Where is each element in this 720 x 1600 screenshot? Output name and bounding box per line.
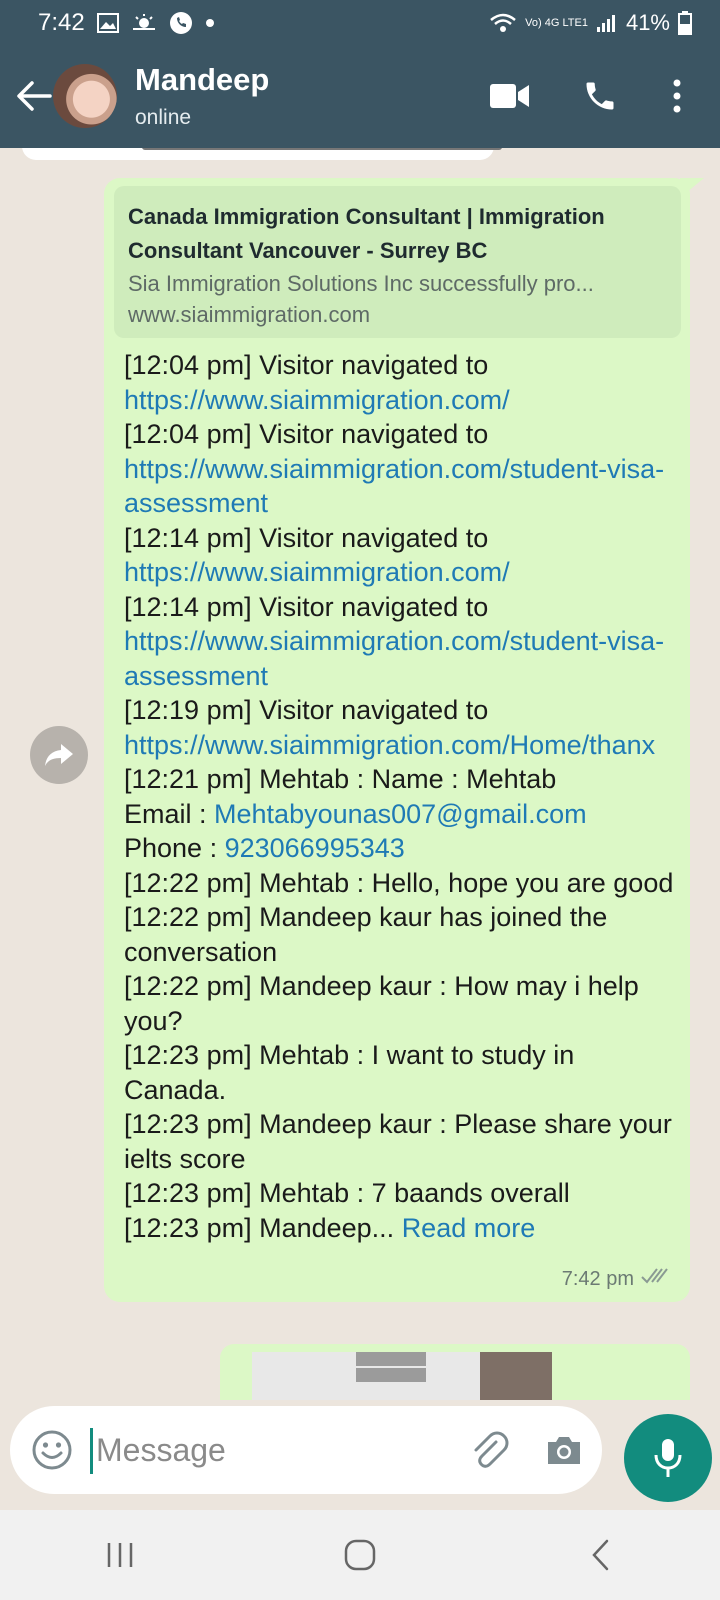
contact-status: online [135, 106, 192, 129]
message-bubble[interactable]: Canada Immigration Consultant | Immigrat… [104, 178, 690, 1302]
chat-area[interactable]: Canada Immigration Consultant | Immigrat… [0, 148, 720, 1400]
avatar[interactable] [53, 64, 117, 128]
message-text: [12:04 pm] Visitor navigated to https://… [124, 348, 680, 1245]
message-line: [12:23 pm] Mandeep... Read more [124, 1211, 680, 1246]
message-line-text: [12:23 pm] Mehtab : 7 baands overall [124, 1178, 570, 1208]
message-link[interactable]: Mehtabyounas007@gmail.com [214, 799, 587, 829]
message-line: [12:23 pm] Mehtab : 7 baands overall [124, 1176, 680, 1211]
link-preview-title: Canada Immigration Consultant | Immigrat… [128, 204, 605, 263]
message-line: [12:22 pm] Mandeep kaur : How may i help… [124, 969, 680, 1038]
microphone-icon[interactable] [624, 1414, 712, 1502]
link-preview-card[interactable]: Canada Immigration Consultant | Immigrat… [114, 186, 681, 338]
back-arrow-icon[interactable] [14, 74, 54, 118]
message-line: [12:22 pm] Mehtab : Hello, hope you are … [124, 866, 680, 901]
whatsapp-notification-icon [169, 11, 193, 35]
message-link[interactable]: https://www.siaimmigration.com/student-v… [124, 454, 664, 519]
status-bar: 7:42 Vo) 4G LTE1 41% [0, 0, 720, 46]
message-line-text: [12:23 pm] Mandeep kaur : Please share y… [124, 1109, 672, 1174]
message-line-text: Phone : [124, 833, 225, 863]
link-preview-domain: www.siaimmigration.com [128, 302, 371, 327]
message-line: Phone : 923066995343 [124, 831, 680, 866]
message-link[interactable]: https://www.siaimmigration.com/Home/than… [124, 730, 655, 760]
message-line-text: [12:22 pm] Mandeep kaur has joined the c… [124, 902, 608, 967]
message-link[interactable]: https://www.siaimmigration.com/ [124, 385, 510, 415]
forward-icon[interactable] [30, 726, 88, 784]
phone-icon[interactable] [578, 76, 622, 116]
read-more-link[interactable]: Read more [402, 1213, 536, 1243]
link-preview-description: Sia Immigration Solutions Inc successful… [128, 271, 594, 296]
system-nav-bar [0, 1510, 720, 1600]
message-line: [12:23 pm] Mehtab : I want to study in C… [124, 1038, 680, 1107]
message-line-text: Email : [124, 798, 215, 829]
message-link[interactable]: https://www.siaimmigration.com/ [124, 557, 510, 587]
wifi-icon [489, 12, 517, 34]
gallery-notification-icon [96, 13, 119, 33]
emoji-icon[interactable] [30, 1428, 74, 1472]
recent-apps-icon[interactable] [90, 1525, 150, 1585]
battery-icon [678, 11, 692, 35]
input-bar [0, 1400, 720, 1510]
message-input[interactable] [96, 1426, 436, 1474]
notification-dot-icon [205, 18, 215, 28]
message-line-text: [12:04 pm] Visitor navigated to [124, 350, 489, 380]
document-image-thumbnail[interactable] [252, 1352, 552, 1400]
video-call-icon[interactable] [488, 76, 532, 116]
back-nav-icon[interactable] [570, 1525, 630, 1585]
message-input-container[interactable] [10, 1406, 602, 1494]
next-message-image-bubble[interactable] [220, 1344, 690, 1400]
home-icon[interactable] [330, 1525, 390, 1585]
read-receipt-icon [640, 1266, 670, 1292]
contact-name[interactable]: Mandeep [135, 62, 269, 98]
attachment-icon[interactable] [466, 1428, 510, 1472]
message-meta: 7:42 pm [562, 1266, 670, 1292]
weather-icon [131, 13, 157, 33]
message-line: [12:04 pm] Visitor navigated to https://… [124, 348, 680, 417]
network-type-label: Vo) 4G LTE1 [525, 17, 588, 29]
message-line-text: [12:14 pm] Visitor navigated to [124, 591, 489, 622]
message-line-text: [12:22 pm] Mehtab : Hello, hope you are … [124, 867, 674, 898]
message-line-text: [12:04 pm] Visitor navigated to [124, 419, 489, 449]
camera-icon[interactable] [542, 1428, 586, 1472]
status-time: 7:42 [38, 9, 85, 36]
message-line-text: [12:23 pm] Mehtab : I want to study in C… [124, 1040, 575, 1105]
signal-icon [596, 13, 618, 33]
message-line-text: [12:19 pm] Visitor navigated to [124, 695, 489, 725]
text-cursor [90, 1428, 93, 1474]
message-line-text: [12:22 pm] Mandeep kaur : How may i help… [124, 971, 639, 1036]
message-link[interactable]: https://www.siaimmigration.com/student-v… [124, 626, 664, 691]
message-line-text: [12:21 pm] Mehtab : Name : Mehtab [124, 764, 557, 794]
message-line: [12:14 pm] Visitor navigated to https://… [124, 590, 680, 694]
chat-header: Mandeep online [0, 46, 720, 148]
message-line: [12:22 pm] Mandeep kaur has joined the c… [124, 900, 680, 969]
message-line: [12:14 pm] Visitor navigated to https://… [124, 521, 680, 590]
message-line: Email : Mehtabyounas007@gmail.com [124, 797, 680, 832]
message-line: [12:21 pm] Mehtab : Name : Mehtab [124, 762, 680, 797]
message-line: [12:04 pm] Visitor navigated to https://… [124, 417, 680, 521]
battery-percent: 41% [625, 10, 670, 35]
message-line-text: [12:23 pm] Mandeep... [124, 1212, 402, 1243]
previous-message-bubble[interactable] [22, 148, 502, 160]
more-options-icon[interactable] [662, 76, 692, 116]
message-time: 7:42 pm [561, 1267, 634, 1290]
message-line: [12:19 pm] Visitor navigated to https://… [124, 693, 680, 762]
message-line: [12:23 pm] Mandeep kaur : Please share y… [124, 1107, 680, 1176]
message-line-text: [12:14 pm] Visitor navigated to [124, 522, 489, 553]
message-link[interactable]: 923066995343 [225, 833, 405, 863]
